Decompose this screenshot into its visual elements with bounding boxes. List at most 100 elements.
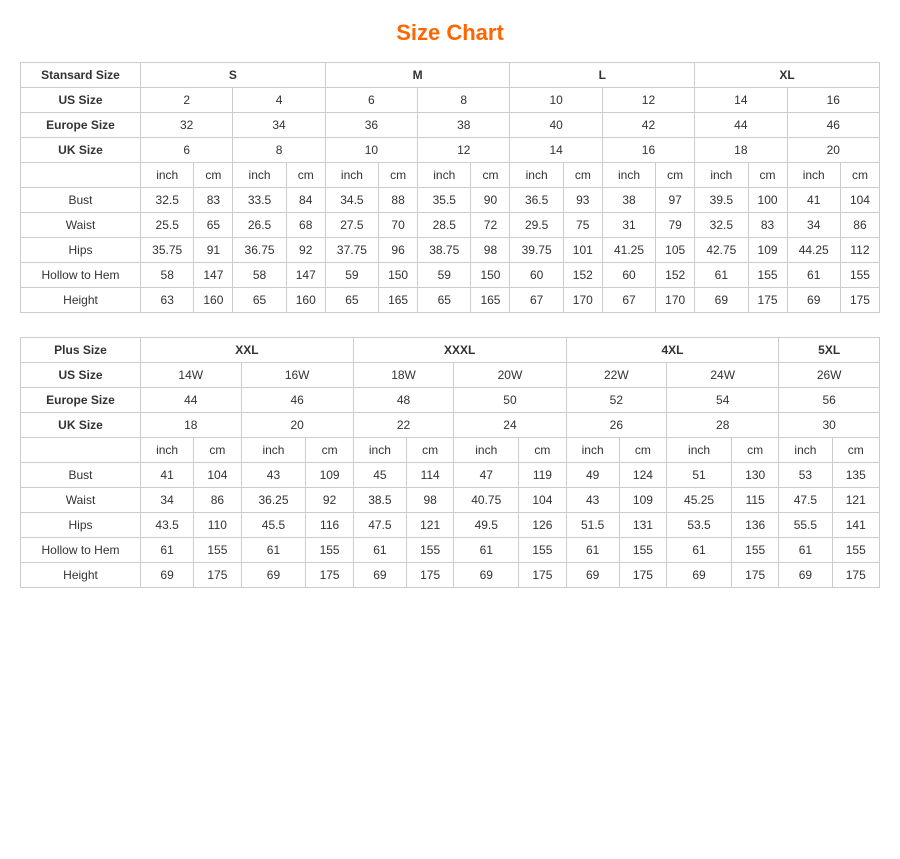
plus-unit-12: inch (779, 438, 832, 463)
unit-3: cm (286, 163, 325, 188)
plus-hollow-7: 155 (519, 538, 566, 563)
plus-hollow-9: 155 (619, 538, 666, 563)
unit-8: inch (510, 163, 563, 188)
uk-size-s1: 6 (141, 138, 233, 163)
us-size-s1: 2 (141, 88, 233, 113)
hips-8: 39.75 (510, 238, 563, 263)
bust-15: 104 (840, 188, 879, 213)
plus-bust-11: 130 (731, 463, 778, 488)
standard-l-group: L (510, 63, 695, 88)
hips-1: 91 (194, 238, 233, 263)
waist-row: Waist 25.5 65 26.5 68 27.5 70 28.5 72 29… (21, 213, 880, 238)
plus-eu-4: 52 (566, 388, 667, 413)
unit-0: inch (141, 163, 194, 188)
plus-bust-6: 47 (454, 463, 519, 488)
waist-5: 70 (379, 213, 418, 238)
plus-waist-13: 121 (832, 488, 879, 513)
plus-size-section: Plus Size XXL XXXL 4XL 5XL US Size 14W 1… (20, 337, 880, 588)
page-title: Size Chart (20, 20, 880, 46)
plus-eu-0: 44 (141, 388, 242, 413)
hips-11: 105 (656, 238, 695, 263)
plus-eu-3: 50 (454, 388, 566, 413)
hollow-row: Hollow to Hem 58 147 58 147 59 150 59 15… (21, 263, 880, 288)
plus-height-0: 69 (141, 563, 194, 588)
plus-hips-10: 53.5 (667, 513, 732, 538)
plus-uk-1: 20 (241, 413, 353, 438)
hips-7: 98 (471, 238, 510, 263)
unit-2: inch (233, 163, 286, 188)
plus-hips-12: 55.5 (779, 513, 832, 538)
plus-unit-11: cm (731, 438, 778, 463)
plus-height-11: 175 (731, 563, 778, 588)
unit-empty (21, 163, 141, 188)
plus-height-label: Height (21, 563, 141, 588)
bust-11: 97 (656, 188, 695, 213)
europe-size-label: Europe Size (21, 113, 141, 138)
plus-height-5: 175 (406, 563, 453, 588)
europe-size-s1: 32 (141, 113, 233, 138)
hollow-11: 152 (656, 263, 695, 288)
plus-unit-2: inch (241, 438, 306, 463)
plus-unit-13: cm (832, 438, 879, 463)
plus-height-6: 69 (454, 563, 519, 588)
plus-unit-3: cm (306, 438, 353, 463)
plus-header-label: Plus Size (21, 338, 141, 363)
plus-bust-1: 104 (194, 463, 241, 488)
plus-eu-5: 54 (667, 388, 779, 413)
unit-10: inch (602, 163, 655, 188)
plus-hollow-12: 61 (779, 538, 832, 563)
standard-m-group: M (325, 63, 510, 88)
hollow-5: 150 (379, 263, 418, 288)
waist-7: 72 (471, 213, 510, 238)
us-size-m1: 6 (325, 88, 417, 113)
plus-hips-0: 43.5 (141, 513, 194, 538)
height-7: 165 (471, 288, 510, 313)
bust-8: 36.5 (510, 188, 563, 213)
waist-11: 79 (656, 213, 695, 238)
plus-xxl-group: XXL (141, 338, 354, 363)
hollow-3: 147 (286, 263, 325, 288)
unit-6: inch (418, 163, 471, 188)
hollow-8: 60 (510, 263, 563, 288)
hips-5: 96 (379, 238, 418, 263)
height-13: 175 (748, 288, 787, 313)
hollow-15: 155 (840, 263, 879, 288)
hips-4: 37.75 (325, 238, 378, 263)
plus-hollow-13: 155 (832, 538, 879, 563)
plus-hips-3: 116 (306, 513, 353, 538)
plus-bust-10: 51 (667, 463, 732, 488)
plus-hips-7: 126 (519, 513, 566, 538)
waist-15: 86 (840, 213, 879, 238)
plus-waist-3: 92 (306, 488, 353, 513)
height-8: 67 (510, 288, 563, 313)
plus-hips-9: 131 (619, 513, 666, 538)
plus-height-13: 175 (832, 563, 879, 588)
us-size-label: US Size (21, 88, 141, 113)
plus-hollow-1: 155 (194, 538, 241, 563)
bust-5: 88 (379, 188, 418, 213)
uk-size-m1: 10 (325, 138, 417, 163)
waist-4: 27.5 (325, 213, 378, 238)
plus-bust-2: 43 (241, 463, 306, 488)
hips-12: 42.75 (695, 238, 748, 263)
plus-waist-6: 40.75 (454, 488, 519, 513)
standard-s-group: S (141, 63, 326, 88)
bust-4: 34.5 (325, 188, 378, 213)
plus-waist-1: 86 (194, 488, 241, 513)
plus-uk-0: 18 (141, 413, 242, 438)
hips-3: 92 (286, 238, 325, 263)
plus-unit-4: inch (353, 438, 406, 463)
plus-bust-label: Bust (21, 463, 141, 488)
plus-waist-7: 104 (519, 488, 566, 513)
plus-hollow-2: 61 (241, 538, 306, 563)
height-3: 160 (286, 288, 325, 313)
bust-9: 93 (563, 188, 602, 213)
standard-header-label: Stansard Size (21, 63, 141, 88)
plus-uk-3: 24 (454, 413, 566, 438)
plus-hollow-11: 155 (731, 538, 778, 563)
plus-waist-9: 109 (619, 488, 666, 513)
plus-bust-5: 114 (406, 463, 453, 488)
plus-hips-1: 110 (194, 513, 241, 538)
bust-label: Bust (21, 188, 141, 213)
hips-15: 112 (840, 238, 879, 263)
